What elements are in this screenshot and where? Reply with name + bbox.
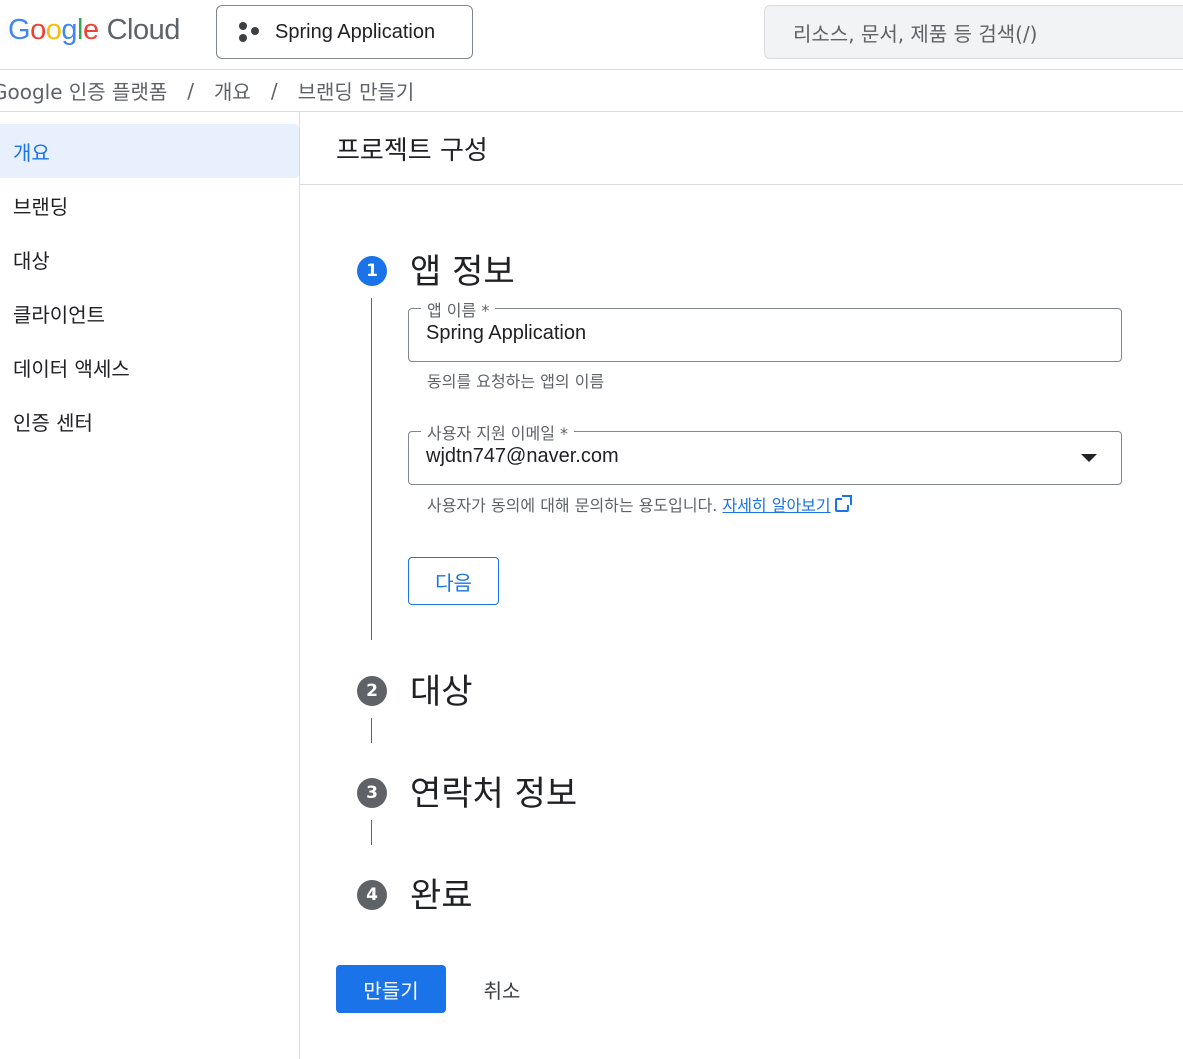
breadcrumb-item-current: 브랜딩 만들기 [297,80,415,104]
main-content: 프로젝트 구성 1 앱 정보 앱 이름 * Spring Application… [300,112,1183,1059]
next-button[interactable]: 다음 [408,557,499,605]
step-connector [371,298,372,640]
breadcrumb-separator: / [187,78,194,103]
support-email-hint-text: 사용자가 동의에 대해 문의하는 용도입니다. [427,496,718,515]
create-button[interactable]: 만들기 [336,965,446,1013]
support-email-select[interactable]: 사용자 지원 이메일 * wjdtn747@naver.com [408,420,1122,485]
sidebar-item-branding[interactable]: 브랜딩 [0,178,299,232]
breadcrumb-item-auth-platform[interactable]: Google 인증 플랫폼 [0,76,167,105]
project-name: Spring Application [275,20,436,43]
app-name-hint: 동의를 요청하는 앱의 이름 [427,372,605,391]
sidebar-item-clients[interactable]: 클라이언트 [0,286,299,340]
support-email-label: 사용자 지원 이메일 * [421,420,575,444]
logo-letter: g [61,14,77,46]
sidebar: 개요 브랜딩 대상 클라이언트 데이터 액세스 인증 센터 [0,112,300,1059]
step-number-1: 1 [357,256,387,286]
logo-letter: o [30,14,46,46]
logo-letter: e [82,14,99,46]
support-email-hint: 사용자가 동의에 대해 문의하는 용도입니다. 자세히 알아보기 [427,492,852,516]
step-title-app-info[interactable]: 앱 정보 [410,244,515,293]
breadcrumb: Google 인증 플랫폼 / 개요 / 브랜딩 만들기 [0,70,1183,112]
logo-letter: o [45,14,62,46]
step-number-3: 3 [357,778,387,808]
breadcrumb-item-overview[interactable]: 개요 [214,76,251,105]
app-name-value[interactable]: Spring Application [426,322,586,345]
sidebar-item-audience[interactable]: 대상 [0,232,299,286]
sidebar-item-overview[interactable]: 개요 [0,124,299,178]
step-title-contact-info[interactable]: 연락처 정보 [410,766,577,815]
app-name-label: 앱 이름 * [421,297,496,321]
sidebar-item-auth-center[interactable]: 인증 센터 [0,394,299,448]
cancel-button[interactable]: 취소 [460,965,544,1013]
support-email-value: wjdtn747@naver.com [426,445,619,467]
step-connector [371,820,372,845]
google-cloud-logo[interactable]: Go o g l e Cloud [8,14,180,50]
project-icon [237,20,261,44]
open-in-new-icon[interactable] [834,495,852,512]
step-title-finish[interactable]: 완료 [410,868,473,917]
logo-cloud-text: Cloud [106,14,181,46]
logo-letter: G [8,14,31,46]
project-picker-button[interactable]: Spring Application [216,5,473,59]
step-number-4: 4 [357,880,387,910]
page-title: 프로젝트 구성 [300,112,1183,185]
app-name-field[interactable]: 앱 이름 * Spring Application [408,297,1122,362]
search-placeholder: 리소스, 문서, 제품 등 검색(/) [793,21,1038,46]
top-bar: Go o g l e Cloud Spring Application 리소스, 문서, … [0,0,1183,70]
sidebar-item-data-access[interactable]: 데이터 액세스 [0,340,299,394]
learn-more-link[interactable]: 자세히 알아보기 [722,496,830,515]
dropdown-arrow-icon[interactable] [1081,454,1097,462]
breadcrumb-separator: / [270,78,278,103]
search-input[interactable]: 리소스, 문서, 제품 등 검색(/) [764,5,1183,59]
step-connector [371,718,372,743]
step-number-2: 2 [357,676,387,706]
step-title-audience[interactable]: 대상 [410,664,473,713]
